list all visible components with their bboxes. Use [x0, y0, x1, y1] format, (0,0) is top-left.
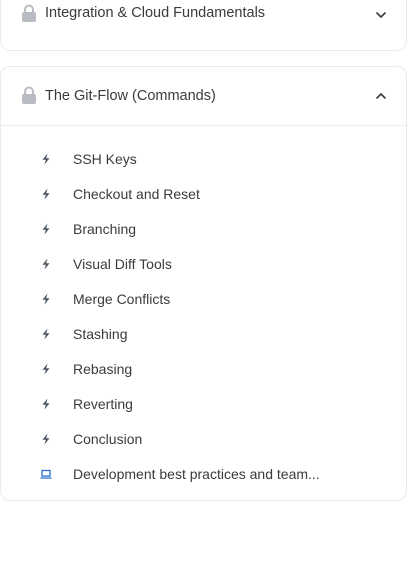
section-title: Integration & Cloud Fundamentals — [45, 5, 266, 21]
video-icon — [40, 469, 52, 479]
lesson-title: Visual Diff Tools — [73, 256, 172, 272]
section-card-git-flow: The Git-Flow (Commands) SSH Keys Checkou… — [0, 66, 407, 501]
bolt-icon — [42, 433, 50, 445]
course-outline: Integration & Cloud Fundamentals The Git… — [0, 0, 411, 566]
section-header-integration[interactable]: Integration & Cloud Fundamentals — [1, 1, 406, 45]
bolt-icon — [42, 328, 50, 340]
bolt-icon — [42, 363, 50, 375]
bolt-icon — [42, 223, 50, 235]
lesson-title: Rebasing — [73, 361, 133, 377]
section-card-integration: Integration & Cloud Fundamentals — [0, 0, 407, 51]
lesson-item[interactable]: Rebasing — [1, 352, 406, 387]
lesson-list: SSH Keys Checkout and Reset Branching Vi… — [1, 142, 406, 492]
lesson-title: Merge Conflicts — [73, 291, 171, 307]
bolt-icon — [42, 153, 50, 165]
lesson-item[interactable]: Stashing — [1, 317, 406, 352]
lesson-item[interactable]: Visual Diff Tools — [1, 247, 406, 282]
bolt-icon — [42, 258, 50, 270]
lesson-title: Conclusion — [73, 431, 143, 447]
chevron-down-icon[interactable] — [374, 8, 388, 22]
lesson-title: Stashing — [73, 326, 128, 342]
lesson-title: SSH Keys — [73, 151, 137, 167]
lesson-title: Development best practices and team... — [73, 466, 320, 482]
lesson-item[interactable]: Checkout and Reset — [1, 177, 406, 212]
lesson-item[interactable]: Development best practices and team... — [1, 457, 406, 492]
chevron-up-icon[interactable] — [374, 89, 388, 103]
bolt-icon — [42, 398, 50, 410]
section-header-git-flow[interactable]: The Git-Flow (Commands) — [1, 74, 406, 118]
lesson-title: Reverting — [73, 396, 133, 412]
lesson-title: Checkout and Reset — [73, 186, 200, 202]
bolt-icon — [42, 293, 50, 305]
lesson-item[interactable]: Branching — [1, 212, 406, 247]
lock-icon — [22, 4, 36, 22]
section-title: The Git-Flow (Commands) — [45, 88, 216, 104]
lesson-title: Branching — [73, 221, 137, 237]
lesson-item[interactable]: Merge Conflicts — [1, 282, 406, 317]
lesson-item[interactable]: SSH Keys — [1, 142, 406, 177]
lesson-item[interactable]: Conclusion — [1, 422, 406, 457]
bolt-icon — [42, 188, 50, 200]
lesson-item[interactable]: Reverting — [1, 387, 406, 422]
lock-icon — [22, 86, 36, 104]
section-divider — [1, 125, 406, 126]
